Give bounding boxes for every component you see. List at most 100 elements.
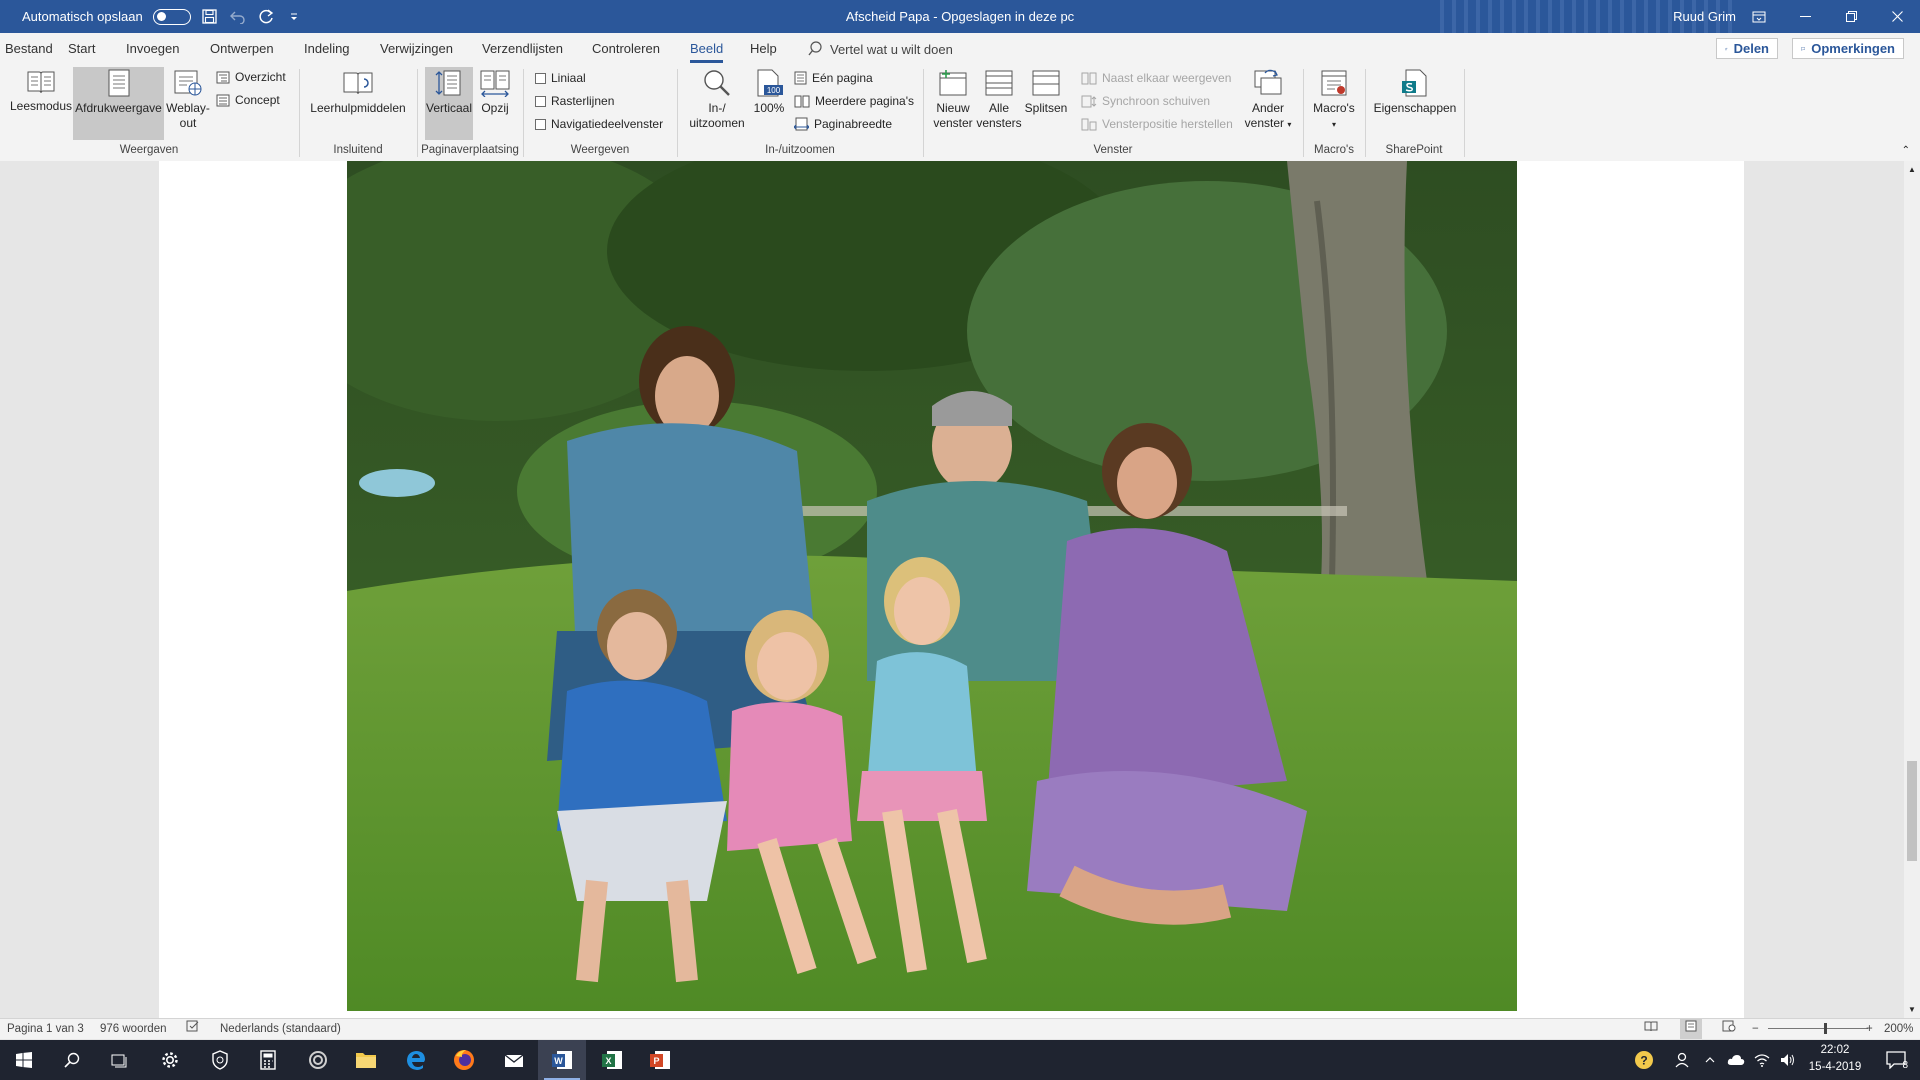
word-taskbar-icon[interactable]: W — [538, 1040, 586, 1080]
tab-start[interactable]: Start — [68, 33, 95, 65]
restore-icon[interactable] — [1828, 0, 1874, 33]
user-name[interactable]: Ruud Grim — [1673, 0, 1736, 33]
app-shield-icon[interactable] — [196, 1040, 244, 1080]
zoom-slider-track[interactable] — [1768, 1028, 1868, 1029]
document-page[interactable] — [159, 161, 1744, 1018]
zoom-button[interactable]: In-/ uitzoomen — [684, 69, 750, 131]
arrange-all-label-1: Alle — [988, 101, 1009, 115]
web-layout-button[interactable]: Weblay- out — [164, 69, 212, 131]
edge-browser-icon[interactable] — [392, 1040, 440, 1080]
calculator-icon[interactable] — [244, 1040, 292, 1080]
web-layout-icon — [174, 70, 202, 96]
split-button[interactable]: Splitsen — [1022, 69, 1070, 116]
print-layout-view-icon[interactable] — [1680, 1019, 1702, 1039]
tab-bestand[interactable]: Bestand — [5, 33, 53, 65]
read-mode-button[interactable]: Leesmodus — [6, 69, 76, 114]
gridlines-checkbox[interactable]: Rasterlijnen — [535, 93, 614, 109]
collapse-ribbon-icon[interactable]: ⌃ — [1902, 145, 1910, 156]
tab-controleren[interactable]: Controleren — [592, 33, 660, 65]
redo-icon[interactable] — [257, 8, 275, 26]
word-count[interactable]: 976 woorden — [100, 1019, 167, 1039]
zoom-level[interactable]: 200% — [1884, 1019, 1913, 1039]
tab-help[interactable]: Help — [750, 33, 777, 65]
group-label-insluitend: Insluitend — [333, 144, 383, 156]
zoom-100-button[interactable]: 100 100% — [750, 69, 788, 116]
outline-button[interactable]: Overzicht — [216, 69, 286, 85]
web-layout-view-icon[interactable] — [1722, 1019, 1736, 1039]
read-mode-view-icon[interactable] — [1644, 1019, 1658, 1039]
print-layout-button[interactable]: Afdrukweergave — [73, 67, 164, 140]
ribbon-display-options-icon[interactable] — [1736, 0, 1782, 33]
task-view-icon[interactable] — [96, 1040, 144, 1080]
tab-beeld[interactable]: Beeld — [690, 33, 724, 65]
learning-tools-button[interactable]: Leerhulpmiddelen — [306, 69, 410, 116]
macros-button[interactable]: Macro's ▾ — [1308, 69, 1360, 132]
zoom-out-icon[interactable]: − — [1752, 1019, 1759, 1039]
synchronous-scrolling-button[interactable]: Synchroon schuiven — [1081, 93, 1210, 109]
family-photo[interactable] — [347, 161, 1517, 1011]
tell-me-box[interactable]: Vertel wat u wilt doen — [808, 33, 953, 65]
vertical-scrollbar[interactable]: ▲ ▼ — [1904, 161, 1920, 1018]
switch-windows-button[interactable]: Ander venster ▾ — [1240, 69, 1296, 132]
draft-button[interactable]: Concept — [216, 92, 280, 108]
arrange-all-button[interactable]: Alle vensters — [976, 69, 1022, 131]
file-explorer-icon[interactable] — [342, 1040, 390, 1080]
zoom-100-label: 100% — [753, 101, 785, 115]
properties-button[interactable]: Eigenschappen — [1372, 69, 1458, 116]
customize-qat-icon[interactable] — [285, 8, 303, 26]
navigation-pane-checkbox[interactable]: Navigatiedeelvenster — [535, 116, 663, 132]
gridlines-check-box[interactable] — [535, 95, 546, 107]
comments-label: Opmerkingen — [1811, 41, 1895, 56]
autosave-toggle[interactable] — [152, 8, 191, 25]
ruler-checkbox[interactable]: Liniaal — [535, 70, 586, 86]
onedrive-cloud-icon[interactable] — [1722, 1040, 1750, 1080]
zoom-slider-thumb[interactable] — [1824, 1023, 1827, 1034]
view-side-by-side-button[interactable]: Naast elkaar weergeven — [1081, 70, 1231, 86]
group-label-weergaven: Weergaven — [119, 144, 179, 156]
settings-gear-icon[interactable] — [146, 1040, 194, 1080]
search-icon[interactable] — [48, 1040, 96, 1080]
scrollbar-thumb[interactable] — [1907, 761, 1917, 861]
page-width-button[interactable]: Paginabreedte — [794, 116, 892, 132]
firefox-icon[interactable] — [440, 1040, 488, 1080]
tab-verzendlijsten[interactable]: Verzendlijsten — [482, 33, 563, 65]
page-count[interactable]: Pagina 1 van 3 — [7, 1019, 84, 1039]
powerpoint-taskbar-icon[interactable]: P — [636, 1040, 684, 1080]
system-clock[interactable]: 22:02 15-4-2019 — [1800, 1042, 1870, 1076]
zoom-label-2: uitzoomen — [689, 116, 745, 130]
reset-window-position-button[interactable]: Vensterpositie herstellen — [1081, 116, 1233, 132]
language-indicator[interactable]: Nederlands (standaard) — [220, 1019, 341, 1039]
zoom-in-icon[interactable]: + — [1866, 1019, 1873, 1039]
wifi-icon[interactable] — [1748, 1040, 1776, 1080]
proofing-icon[interactable] — [186, 1019, 200, 1039]
tab-ontwerpen[interactable]: Ontwerpen — [210, 33, 274, 65]
close-icon[interactable] — [1874, 0, 1920, 33]
tab-verwijzingen[interactable]: Verwijzingen — [380, 33, 453, 65]
share-label: Delen — [1733, 41, 1769, 56]
navigation-pane-check-box[interactable] — [535, 118, 546, 130]
side-to-side-button[interactable]: Opzij — [474, 69, 516, 116]
volume-icon[interactable] — [1774, 1040, 1802, 1080]
app-spiral-icon[interactable] — [294, 1040, 342, 1080]
share-button[interactable]: Delen — [1716, 38, 1778, 59]
action-center-icon[interactable]: 8 — [1872, 1040, 1920, 1080]
one-page-label: Eén pagina — [812, 71, 873, 85]
scroll-down-icon[interactable]: ▼ — [1908, 1005, 1916, 1014]
undo-icon[interactable] — [229, 8, 247, 26]
save-icon[interactable] — [201, 8, 219, 26]
ruler-check-box[interactable] — [535, 72, 546, 84]
multiple-pages-button[interactable]: Meerdere pagina's — [794, 93, 914, 109]
comments-button[interactable]: Opmerkingen — [1792, 38, 1904, 59]
windows-start-icon[interactable] — [0, 1040, 48, 1080]
mail-icon[interactable] — [490, 1040, 538, 1080]
minimize-icon[interactable] — [1782, 0, 1828, 33]
scroll-up-icon[interactable]: ▲ — [1908, 165, 1916, 174]
excel-taskbar-icon[interactable]: X — [588, 1040, 636, 1080]
tab-indeling[interactable]: Indeling — [304, 33, 350, 65]
new-window-button[interactable]: Nieuw venster — [930, 69, 976, 131]
side-by-side-icon — [1081, 72, 1097, 84]
tab-invoegen[interactable]: Invoegen — [126, 33, 180, 65]
vertical-button[interactable]: Verticaal — [425, 67, 473, 140]
one-page-button[interactable]: Eén pagina — [794, 70, 873, 86]
tray-chevron-up-icon[interactable] — [1696, 1040, 1724, 1080]
